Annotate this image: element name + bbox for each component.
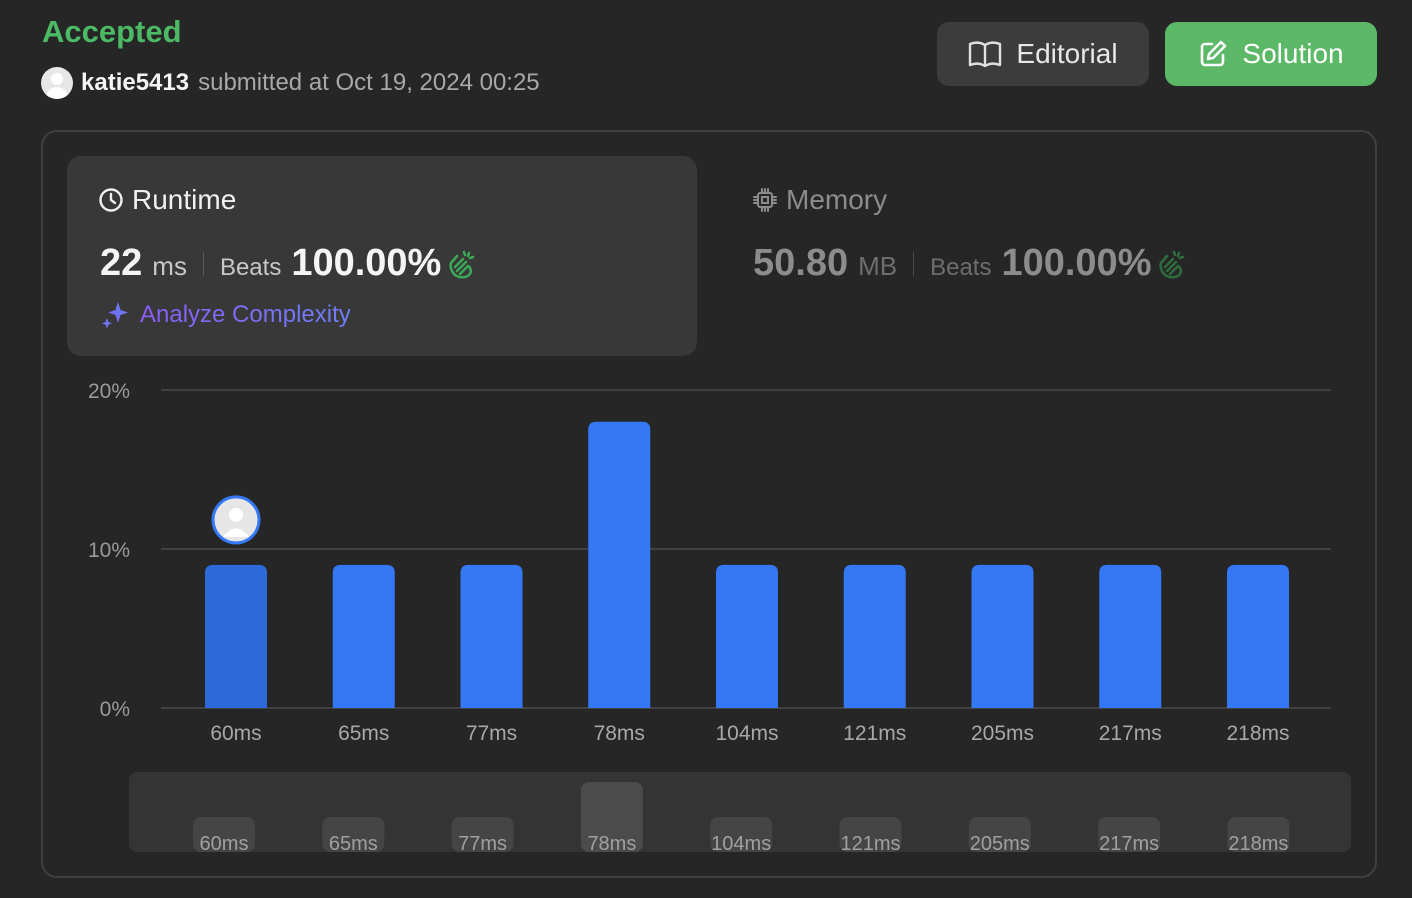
runtime-beats-label: Beats [219, 254, 282, 281]
editorial-button[interactable]: Editorial [937, 22, 1149, 86]
submitted-timestamp: submitted at Oct 19, 2024 00:25 [198, 68, 540, 96]
runtime-value: 22 [100, 242, 143, 284]
runtime-metric: 22 ms Beats 100.00% [100, 242, 479, 285]
book-open-icon [969, 41, 1002, 68]
sparkle-icon [102, 302, 128, 329]
analyze-complexity-link[interactable]: Analyze Complexity [100, 300, 351, 330]
bar-104ms[interactable] [716, 564, 778, 708]
divider [913, 251, 915, 276]
memory-beats-label: Beats [930, 254, 992, 281]
range-tick-label: 217ms [1099, 833, 1159, 855]
edit-square-icon [1201, 40, 1227, 67]
user-avatar[interactable] [41, 66, 73, 99]
runtime-title: Runtime [98, 184, 236, 216]
clapping-hands-icon [1159, 250, 1185, 279]
submitter-info: katie5413 submitted at Oct 19, 2024 00:2… [41, 66, 540, 99]
runtime-unit: ms [152, 251, 187, 281]
bar-217ms[interactable] [1099, 564, 1162, 708]
bar-65ms[interactable] [332, 564, 395, 708]
range-tick-label: 77ms [458, 833, 507, 855]
clock-icon [99, 188, 123, 212]
bar-78ms[interactable] [588, 421, 651, 708]
memory-metric: 50.80 MB Beats 100.00% [753, 242, 1189, 285]
username-link[interactable]: katie5413 [81, 69, 189, 97]
bar-218ms[interactable] [1227, 564, 1289, 708]
memory-title-label: Memory [786, 184, 888, 215]
bar-77ms[interactable] [460, 564, 523, 708]
solution-button[interactable]: Solution [1165, 22, 1377, 86]
bar-60ms[interactable] [205, 564, 267, 708]
range-tick-label: 104ms [711, 833, 771, 855]
divider [202, 251, 204, 276]
submission-status: Accepted [42, 14, 182, 49]
memory-title: Memory [752, 184, 887, 216]
runtime-title-label: Runtime [132, 184, 237, 215]
range-tick-label: 205ms [970, 833, 1030, 855]
runtime-beats-value: 100.00% [291, 242, 442, 284]
range-tick-label: 65ms [329, 833, 378, 855]
range-tick-label: 78ms [587, 833, 636, 855]
bar-121ms[interactable] [843, 564, 906, 708]
range-tick-label: 218ms [1228, 833, 1288, 855]
range-tick-label: 121ms [840, 833, 900, 855]
clapping-hands-icon [449, 250, 475, 279]
memory-beats-value: 100.00% [1001, 242, 1152, 284]
analyze-complexity-label: Analyze Complexity [140, 301, 351, 328]
chip-icon [753, 188, 777, 212]
solution-label: Solution [1242, 38, 1344, 69]
memory-value: 50.80 [753, 242, 849, 284]
range-tick-label: 60ms [200, 833, 249, 855]
bar-205ms[interactable] [971, 564, 1034, 708]
editorial-label: Editorial [1016, 38, 1118, 69]
memory-unit: MB [858, 251, 898, 281]
